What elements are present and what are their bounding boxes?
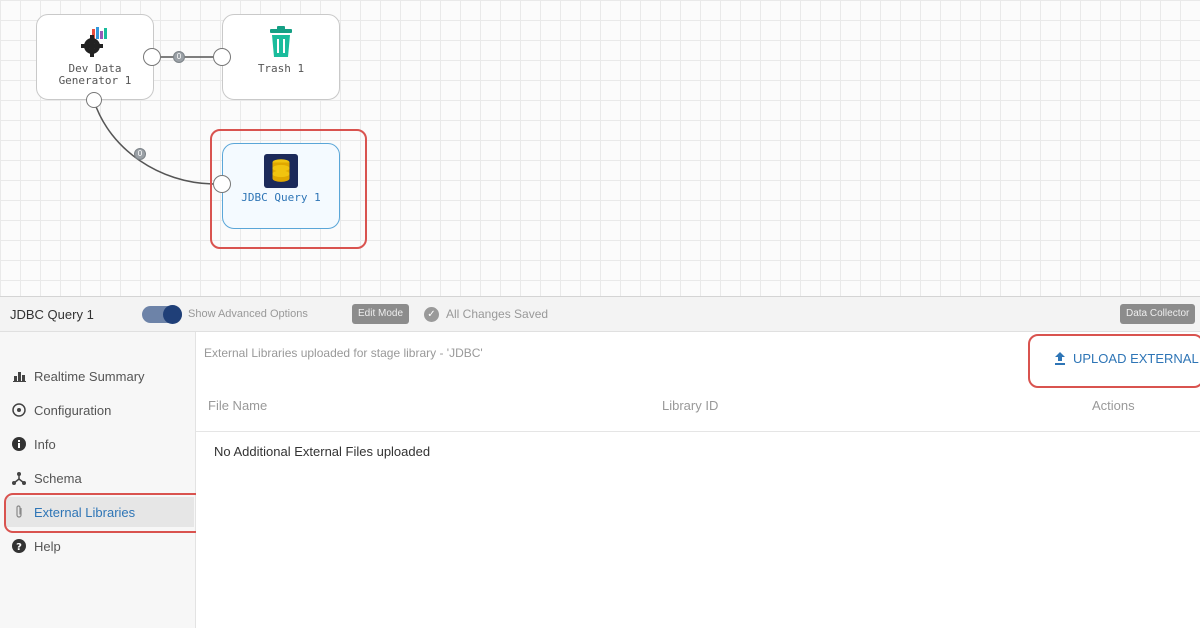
table-header: File Name Library ID Actions (196, 390, 1200, 432)
sidebar-item-label: Realtime Summary (34, 368, 145, 384)
event-port[interactable] (86, 92, 102, 108)
save-status-text: All Changes Saved (446, 307, 549, 321)
upload-button-label: UPLOAD EXTERNAL (1073, 350, 1199, 366)
bar-chart-icon (12, 369, 26, 383)
database-icon (264, 154, 298, 188)
sidebar-item-schema[interactable]: Schema (6, 463, 194, 493)
pipeline-canvas[interactable]: Dev Data Generator 1 Trash 1 JDBC Query … (0, 0, 1200, 296)
panel-title: External Libraries uploaded for stage li… (204, 346, 483, 360)
node-jdbc-query[interactable]: JDBC Query 1 (222, 143, 340, 229)
sidebar-item-info[interactable]: Info (6, 429, 194, 459)
node-dev-data-generator[interactable]: Dev Data Generator 1 (36, 14, 154, 100)
link-layer (93, 56, 214, 185)
output-port[interactable] (143, 48, 161, 66)
sidebar-item-label: Help (34, 538, 61, 554)
stage-name: JDBC Query 1 (10, 306, 94, 322)
save-status: ✓ All Changes Saved (424, 306, 549, 322)
sidebar-item-label: External Libraries (34, 504, 136, 520)
input-port[interactable] (213, 175, 231, 193)
node-label: Trash 1 (257, 62, 305, 75)
configuration-icon (12, 403, 26, 417)
link-dev-to-jdbc[interactable] (93, 100, 214, 185)
info-icon (12, 437, 26, 451)
upload-external-button[interactable]: UPLOAD EXTERNAL (1052, 350, 1199, 366)
stage-toolbar: JDBC Query 1 Show Advanced Options Edit … (0, 296, 1200, 332)
toggle-label: Show Advanced Options (188, 308, 308, 320)
svg-text:?: ? (16, 542, 22, 553)
node-label: JDBC Query 1 (241, 191, 321, 204)
node-label: Dev Data Generator 1 (58, 62, 132, 87)
input-port[interactable] (213, 48, 231, 66)
sidebar-item-label: Schema (34, 470, 82, 486)
sidebar-item-help[interactable]: ? Help (6, 531, 194, 561)
column-header-library-id[interactable]: Library ID (662, 398, 718, 413)
edit-mode-badge: Edit Mode (352, 304, 410, 324)
sidebar-item-external-libraries[interactable]: External Libraries (6, 497, 194, 527)
empty-message: No Additional External Files uploaded (214, 444, 431, 459)
paperclip-icon (12, 505, 26, 519)
schema-icon (12, 471, 26, 485)
sidebar-item-label: Configuration (34, 402, 112, 418)
advanced-options-toggle[interactable] (142, 305, 182, 324)
stage-sidebar: Realtime Summary Configuration Info Sche… (0, 332, 204, 628)
sidebar-item-label: Info (34, 436, 56, 452)
node-trash[interactable]: Trash 1 (222, 14, 340, 100)
link-marker[interactable]: 0 (173, 51, 185, 63)
toggle-knob (163, 305, 182, 324)
column-header-actions: Actions (1092, 398, 1135, 413)
data-collector-badge: Data Collector (1120, 304, 1196, 324)
upload-icon (1052, 350, 1068, 366)
dev-data-generator-icon (78, 25, 112, 59)
trash-icon (264, 25, 298, 59)
help-icon: ? (12, 539, 26, 553)
link-marker[interactable]: 0 (134, 148, 146, 160)
sidebar-item-configuration[interactable]: Configuration (6, 395, 194, 425)
external-libraries-panel: External Libraries uploaded for stage li… (196, 332, 1200, 628)
check-icon: ✓ (424, 306, 439, 322)
sidebar-item-realtime-summary[interactable]: Realtime Summary (6, 361, 194, 391)
column-header-file-name[interactable]: File Name (208, 398, 267, 413)
